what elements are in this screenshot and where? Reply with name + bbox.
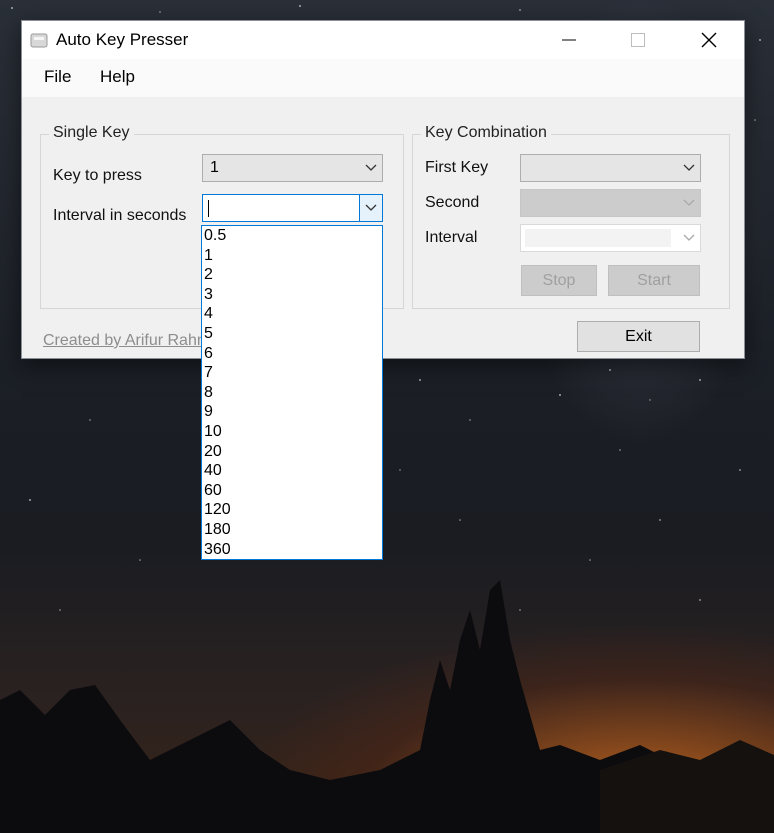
close-button[interactable] [686,21,732,59]
dropdown-option[interactable]: 40 [202,461,382,481]
title-bar[interactable]: Auto Key Presser [22,21,744,59]
menu-file[interactable]: File [44,67,71,87]
menu-bar: File Help [22,59,744,97]
app-window: Auto Key Presser File Help Single Key Ke… [22,21,744,358]
chevron-down-icon [678,225,700,251]
dropdown-option[interactable]: 9 [202,402,382,422]
maximize-icon [631,33,645,47]
dropdown-option[interactable]: 180 [202,520,382,540]
interval-seconds-label: Interval in seconds [53,207,187,224]
chevron-down-icon [678,190,700,216]
maximize-button[interactable] [615,21,661,59]
text-cursor [208,200,209,217]
stop-button[interactable]: Stop [521,265,597,296]
interval-dropdown-list: 0.5 1 2 3 4 5 6 7 8 9 10 20 40 60 120 18… [201,225,383,560]
chevron-down-icon [360,155,382,181]
single-key-group-title: Single Key [49,124,134,142]
dropdown-option[interactable]: 0.5 [202,226,382,246]
chevron-down-icon [678,155,700,181]
dropdown-option[interactable]: 5 [202,324,382,344]
dropdown-option[interactable]: 360 [202,540,382,560]
dropdown-option[interactable]: 6 [202,344,382,364]
close-icon [701,32,717,48]
dropdown-option[interactable]: 8 [202,383,382,403]
chevron-down-icon[interactable] [359,195,382,221]
dropdown-option[interactable]: 120 [202,500,382,520]
interval-seconds-input[interactable] [202,194,383,222]
key-to-press-value: 1 [210,159,219,176]
second-key-select[interactable] [520,189,701,217]
key-to-press-select[interactable]: 1 [202,154,383,182]
first-key-select[interactable] [520,154,701,182]
minimize-button[interactable] [546,21,592,59]
minimize-icon [562,39,576,41]
dropdown-option[interactable]: 1 [202,246,382,266]
dropdown-option[interactable]: 4 [202,304,382,324]
start-button[interactable]: Start [608,265,700,296]
credit-link[interactable]: Created by Arifur Rahm [43,332,210,350]
combo-interval-field [525,229,671,247]
dropdown-option[interactable]: 2 [202,265,382,285]
key-to-press-label: Key to press [53,167,142,184]
second-key-label: Second [425,194,480,211]
dropdown-option[interactable]: 3 [202,285,382,305]
exit-button[interactable]: Exit [577,321,700,352]
dropdown-option[interactable]: 7 [202,363,382,383]
first-key-label: First Key [425,159,489,176]
dropdown-option[interactable]: 60 [202,481,382,501]
combo-interval-input[interactable] [520,224,701,252]
dropdown-option[interactable]: 20 [202,442,382,462]
menu-help[interactable]: Help [100,67,135,87]
window-title: Auto Key Presser [56,30,189,49]
combo-interval-label: Interval [425,229,478,246]
dropdown-option[interactable]: 10 [202,422,382,442]
app-icon [30,33,48,48]
key-combination-group-title: Key Combination [421,124,551,142]
